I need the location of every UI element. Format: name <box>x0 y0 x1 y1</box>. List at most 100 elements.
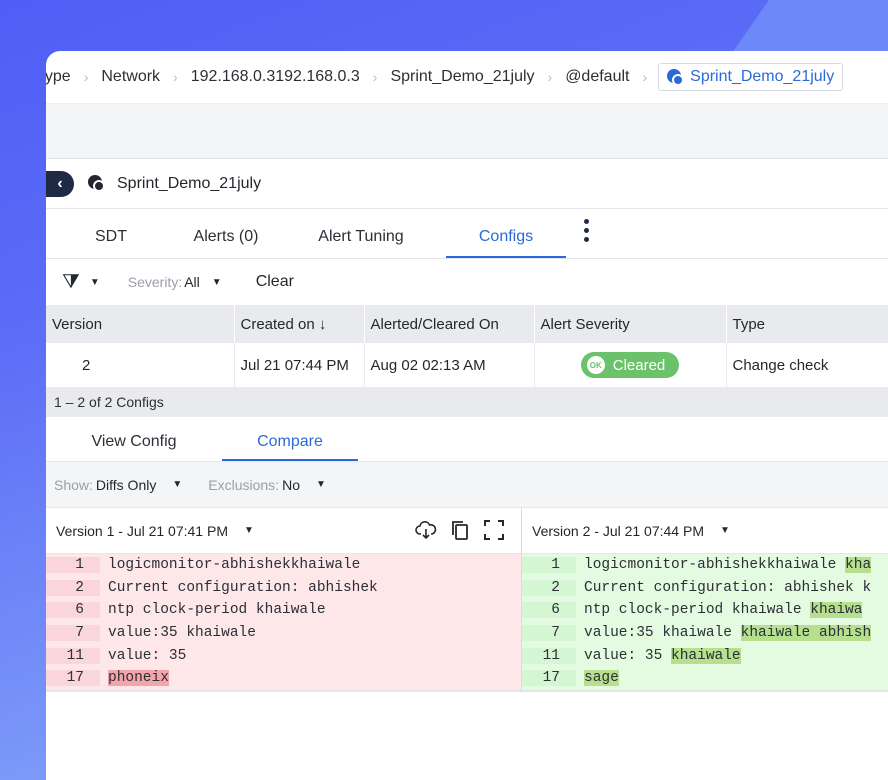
deleted-text: phoneix <box>108 670 169 687</box>
divider <box>522 689 888 692</box>
added-text: khaiwa <box>810 602 863 619</box>
chevron-right-icon: › <box>83 69 89 85</box>
code-line: 1 logicmonitor-abhishekkhaiwale kha <box>522 554 888 577</box>
line-number: 11 <box>46 647 100 664</box>
right-version-label: Version 2 - Jul 21 07:44 PM <box>532 522 704 539</box>
filter-icon[interactable]: ⧩ <box>62 271 80 294</box>
code-line: 11 value: 35 <box>46 644 521 667</box>
breadcrumb-type[interactable]: Type <box>46 68 77 86</box>
tab-alerts[interactable]: Alerts (0) <box>176 228 276 258</box>
app-window: Type › Network › 192.168.0.3192.168.0.3 … <box>46 51 888 780</box>
line-number: 2 <box>46 579 100 596</box>
breadcrumb-network[interactable]: Network <box>95 68 166 86</box>
code-text: sage <box>576 667 619 690</box>
breadcrumb: Type › Network › 192.168.0.3192.168.0.3 … <box>46 51 888 103</box>
chevron-down-icon[interactable]: ▼ <box>172 479 182 490</box>
code-text: Current configuration: abhishek <box>108 579 378 596</box>
exclusions-value[interactable]: No <box>282 477 300 493</box>
breadcrumb-resource[interactable]: Sprint_Demo_21july <box>384 68 540 86</box>
toolbar-band <box>46 103 888 159</box>
added-text: khaiwale abhish <box>740 625 872 642</box>
chevron-down-icon[interactable]: ▼ <box>212 277 222 288</box>
code-line: 17 phoneix <box>46 667 521 690</box>
left-code: 1 logicmonitor-abhishekkhaiwale 2 Current … <box>46 554 521 690</box>
copy-icon[interactable] <box>449 519 471 541</box>
column-header-alert-severity[interactable]: Alert Severity <box>534 305 727 343</box>
tab-view-config[interactable]: View Config <box>46 433 222 461</box>
tab-alert-tuning[interactable]: Alert Tuning <box>276 228 446 258</box>
cell-alert-severity: OK Cleared <box>534 343 727 387</box>
breadcrumb-ip[interactable]: 192.168.0.3192.168.0.3 <box>185 68 366 86</box>
compare-view: Version 1 - Jul 21 07:41 PM ▼ 1 logicmoni… <box>46 508 888 692</box>
fullscreen-icon[interactable] <box>483 519 505 541</box>
code-text-plain: ntp clock-period khaiwale <box>584 602 811 619</box>
ok-icon: OK <box>586 356 605 374</box>
resource-icon <box>667 68 685 86</box>
added-text: sage <box>584 670 619 687</box>
code-text: ntp clock-period khaiwale <box>108 602 326 619</box>
right-pane: Version 2 - Jul 21 07:44 PM ▼ 1 logicmoni… <box>522 508 888 692</box>
chevron-right-icon: › <box>547 69 553 85</box>
code-line: 7 value:35 khaiwale <box>46 622 521 645</box>
code-line: 2 Current configuration: abhishek <box>46 577 521 600</box>
download-icon[interactable] <box>415 519 437 541</box>
line-number: 1 <box>522 557 576 574</box>
status-badge-label: Cleared <box>612 356 666 374</box>
configs-table: Version Created on ↓ Alerted/Cleared On … <box>46 305 888 387</box>
line-number: 7 <box>522 625 576 642</box>
code-text: value: 35 <box>108 647 187 664</box>
added-text: khaiwale <box>671 647 741 664</box>
line-number: 17 <box>522 670 576 687</box>
compare-options-bar: Show: Diffs Only ▼ Exclusions: No ▼ <box>46 462 888 508</box>
code-text: value:35 khaiwale <box>108 625 256 642</box>
column-header-type[interactable]: Type <box>726 305 888 343</box>
breadcrumb-current[interactable]: Sprint_Demo_21july <box>658 63 844 91</box>
right-version-selector[interactable]: Version 2 - Jul 21 07:44 PM ▼ <box>522 508 888 554</box>
tab-compare[interactable]: Compare <box>222 433 358 461</box>
cell-created-on: Jul 21 07:44 PM <box>234 343 365 387</box>
tab-configs[interactable]: Configs <box>446 228 566 258</box>
column-header-alerted-cleared[interactable]: Alerted/Cleared On <box>364 305 535 343</box>
code-text-plain: value: 35 <box>584 647 672 664</box>
code-line: 1 logicmonitor-abhishekkhaiwale <box>46 554 521 577</box>
line-number: 7 <box>46 625 100 642</box>
chevron-right-icon: › <box>372 69 378 85</box>
divider <box>46 689 521 692</box>
exclusions-label: Exclusions: <box>208 476 280 493</box>
line-number: 6 <box>522 602 576 619</box>
resource-tabs: SDT Alerts (0) Alert Tuning Configs <box>46 209 888 259</box>
status-badge: OK Cleared <box>580 352 680 378</box>
show-value[interactable]: Diffs Only <box>96 477 156 493</box>
code-text: phoneix <box>100 667 169 690</box>
config-subtabs: View Config Compare <box>46 417 888 462</box>
code-text: logicmonitor-abhishekkhaiwale kha <box>576 554 872 577</box>
column-header-version[interactable]: Version <box>46 305 235 343</box>
resource-title: Sprint_Demo_21july <box>117 174 262 192</box>
chevron-down-icon[interactable]: ▼ <box>90 277 100 288</box>
code-line: 7 value:35 khaiwale khaiwale abhish <box>522 622 888 645</box>
more-options-icon[interactable] <box>584 219 590 242</box>
code-text: logicmonitor-abhishekkhaiwale <box>108 557 361 574</box>
code-line: 6 ntp clock-period khaiwale khaiwa <box>522 599 888 622</box>
code-text-plain: logicmonitor-abhishekkhaiwale <box>584 557 846 574</box>
chevron-down-icon[interactable]: ▼ <box>244 525 254 536</box>
chevron-down-icon[interactable]: ▼ <box>316 479 326 490</box>
clear-filter-link[interactable]: Clear <box>256 273 294 291</box>
severity-label: Severity: <box>127 274 183 290</box>
tab-sdt[interactable]: SDT <box>46 228 176 258</box>
pagination-summary: 1 – 2 of 2 Configs <box>46 387 888 417</box>
code-line: 2 Current configuration: abhishek k <box>522 577 888 600</box>
severity-value[interactable]: All <box>184 274 200 290</box>
table-row[interactable]: 2 Jul 21 07:44 PM Aug 02 02:13 AM OK Cle… <box>46 343 888 387</box>
left-version-selector[interactable]: Version 1 - Jul 21 07:41 PM ▼ <box>46 508 521 554</box>
line-number: 11 <box>522 647 576 664</box>
code-line: 17 sage <box>522 667 888 690</box>
cell-alerted-on: Aug 02 02:13 AM <box>364 343 535 387</box>
back-button[interactable]: ‹ <box>46 170 74 197</box>
column-header-created-on[interactable]: Created on ↓ <box>234 305 365 343</box>
cell-version: 2 <box>46 343 235 387</box>
filter-bar: ⧩ ▼ Severity: All ▼ Clear <box>46 259 888 305</box>
breadcrumb-group[interactable]: @default <box>559 68 635 86</box>
chevron-down-icon[interactable]: ▼ <box>720 525 730 536</box>
code-text: ntp clock-period khaiwale khaiwa <box>576 599 863 622</box>
